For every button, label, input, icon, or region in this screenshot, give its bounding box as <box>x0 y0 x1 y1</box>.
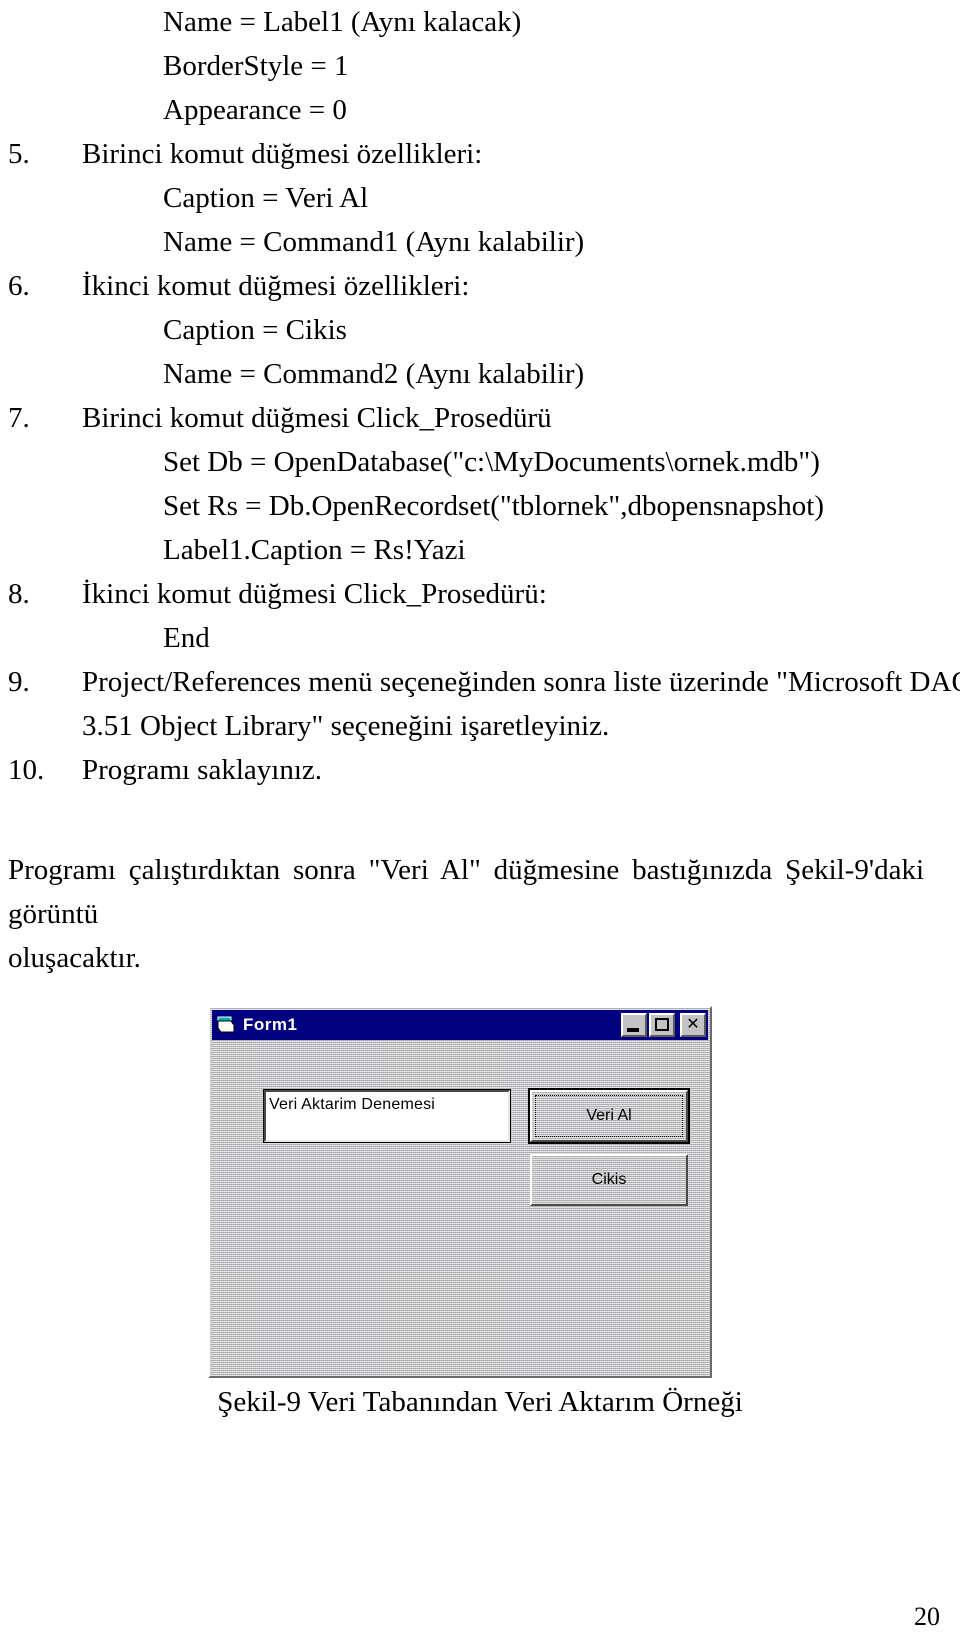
closing-paragraph: Programı çalıştırdıktan sonra "Veri Al" … <box>8 848 924 980</box>
list-item-number: 9. <box>8 666 30 698</box>
list-item: Label1.Caption = Rs!Yazi <box>0 528 960 572</box>
list-item-number: 5. <box>8 138 30 170</box>
list-item: 5. Birinci komut düğmesi özellikleri: <box>0 132 960 176</box>
form-client-area: Veri Aktarim Denemesi Veri Al Cikis <box>212 1042 708 1374</box>
veri-aktarim-label: Veri Aktarim Denemesi <box>263 1089 511 1143</box>
list-item-code: End <box>163 622 210 654</box>
list-item-text: Name = Command2 (Aynı kalabilir) <box>163 358 585 390</box>
document-page: Name = Label1 (Aynı kalacak) BorderStyle… <box>0 0 960 1648</box>
list-item-number: 7. <box>8 402 30 434</box>
list-item: 7. Birinci komut düğmesi Click_Prosedürü <box>0 396 960 440</box>
list-item-code: Set Db = OpenDatabase("c:\MyDocuments\or… <box>163 446 820 478</box>
list-item-text: Name = Command1 (Aynı kalabilir) <box>163 226 585 258</box>
veri-al-button[interactable]: Veri Al <box>528 1088 690 1144</box>
list-item: Name = Command2 (Aynı kalabilir) <box>0 352 960 396</box>
list-item: Caption = Veri Al <box>0 176 960 220</box>
figure-caption: Şekil-9 Veri Tabanından Veri Aktarım Örn… <box>217 1386 743 1418</box>
vb-form-window: Form1 ✕ Veri Aktarim Denemesi Veri Al Ci… <box>208 1006 712 1378</box>
list-item-text: Appearance = 0 <box>163 94 347 126</box>
list-item: BorderStyle = 1 <box>0 44 960 88</box>
cikis-button-label: Cikis <box>591 1171 627 1188</box>
list-item: Caption = Cikis <box>0 308 960 352</box>
cikis-button[interactable]: Cikis <box>530 1154 688 1206</box>
list-item: Name = Label1 (Aynı kalacak) <box>0 0 960 44</box>
list-item: 10. Programı saklayınız. <box>0 748 960 792</box>
maximize-button[interactable] <box>649 1013 675 1037</box>
list-item-text: Programı saklayınız. <box>82 754 323 786</box>
list-item-text: Caption = Veri Al <box>163 182 369 214</box>
paragraph-line-1: Programı çalıştırdıktan sonra "Veri Al" … <box>8 854 924 930</box>
page-number: 20 <box>914 1602 940 1631</box>
list-item: 6. İkinci komut düğmesi özellikleri: <box>0 264 960 308</box>
list-item-text: BorderStyle = 1 <box>163 50 349 82</box>
list-item: Name = Command1 (Aynı kalabilir) <box>0 220 960 264</box>
form-title-text: Form1 <box>243 1015 298 1034</box>
list-item-text: Name = Label1 (Aynı kalacak) <box>163 6 522 38</box>
list-item: 9. Project/References menü seçeneğinden … <box>0 660 960 748</box>
list-item: Appearance = 0 <box>0 88 960 132</box>
close-icon: ✕ <box>686 1016 700 1033</box>
list-item-text: İkinci komut düğmesi özellikleri: <box>82 270 470 302</box>
titlebar-button-group: ✕ <box>621 1013 706 1037</box>
instruction-list: Name = Label1 (Aynı kalacak) BorderStyle… <box>0 0 960 792</box>
close-button[interactable]: ✕ <box>680 1013 706 1037</box>
list-item: Set Rs = Db.OpenRecordset("tblornek",dbo… <box>0 484 960 528</box>
list-item-number: 6. <box>8 270 30 302</box>
list-item-number: 10. <box>8 754 45 786</box>
maximize-icon <box>655 1018 669 1031</box>
list-item-text: Birinci komut düğmesi özellikleri: <box>82 138 483 170</box>
list-item-number: 8. <box>8 578 30 610</box>
list-item-code: Label1.Caption = Rs!Yazi <box>163 534 466 566</box>
list-item-text: İkinci komut düğmesi Click_Prosedürü: <box>82 578 547 610</box>
list-item: Set Db = OpenDatabase("c:\MyDocuments\or… <box>0 440 960 484</box>
list-item: End <box>0 616 960 660</box>
list-item-text: Birinci komut düğmesi Click_Prosedürü <box>82 402 552 434</box>
form-window-icon <box>216 1016 236 1034</box>
list-item-text: Caption = Cikis <box>163 314 347 346</box>
form-title-bar[interactable]: Form1 ✕ <box>212 1010 708 1040</box>
paragraph-line-2: oluşacaktır. <box>8 942 141 974</box>
list-item-text-line2: 3.51 Object Library" seçeneğini işaretle… <box>82 710 610 742</box>
veri-al-button-label: Veri Al <box>586 1107 632 1124</box>
minimize-button[interactable] <box>621 1013 647 1037</box>
minimize-icon <box>627 1028 639 1032</box>
list-item-text-line1: Project/References menü seçeneğinden son… <box>82 666 960 698</box>
list-item-code: Set Rs = Db.OpenRecordset("tblornek",dbo… <box>163 490 825 522</box>
list-item: 8. İkinci komut düğmesi Click_Prosedürü: <box>0 572 960 616</box>
